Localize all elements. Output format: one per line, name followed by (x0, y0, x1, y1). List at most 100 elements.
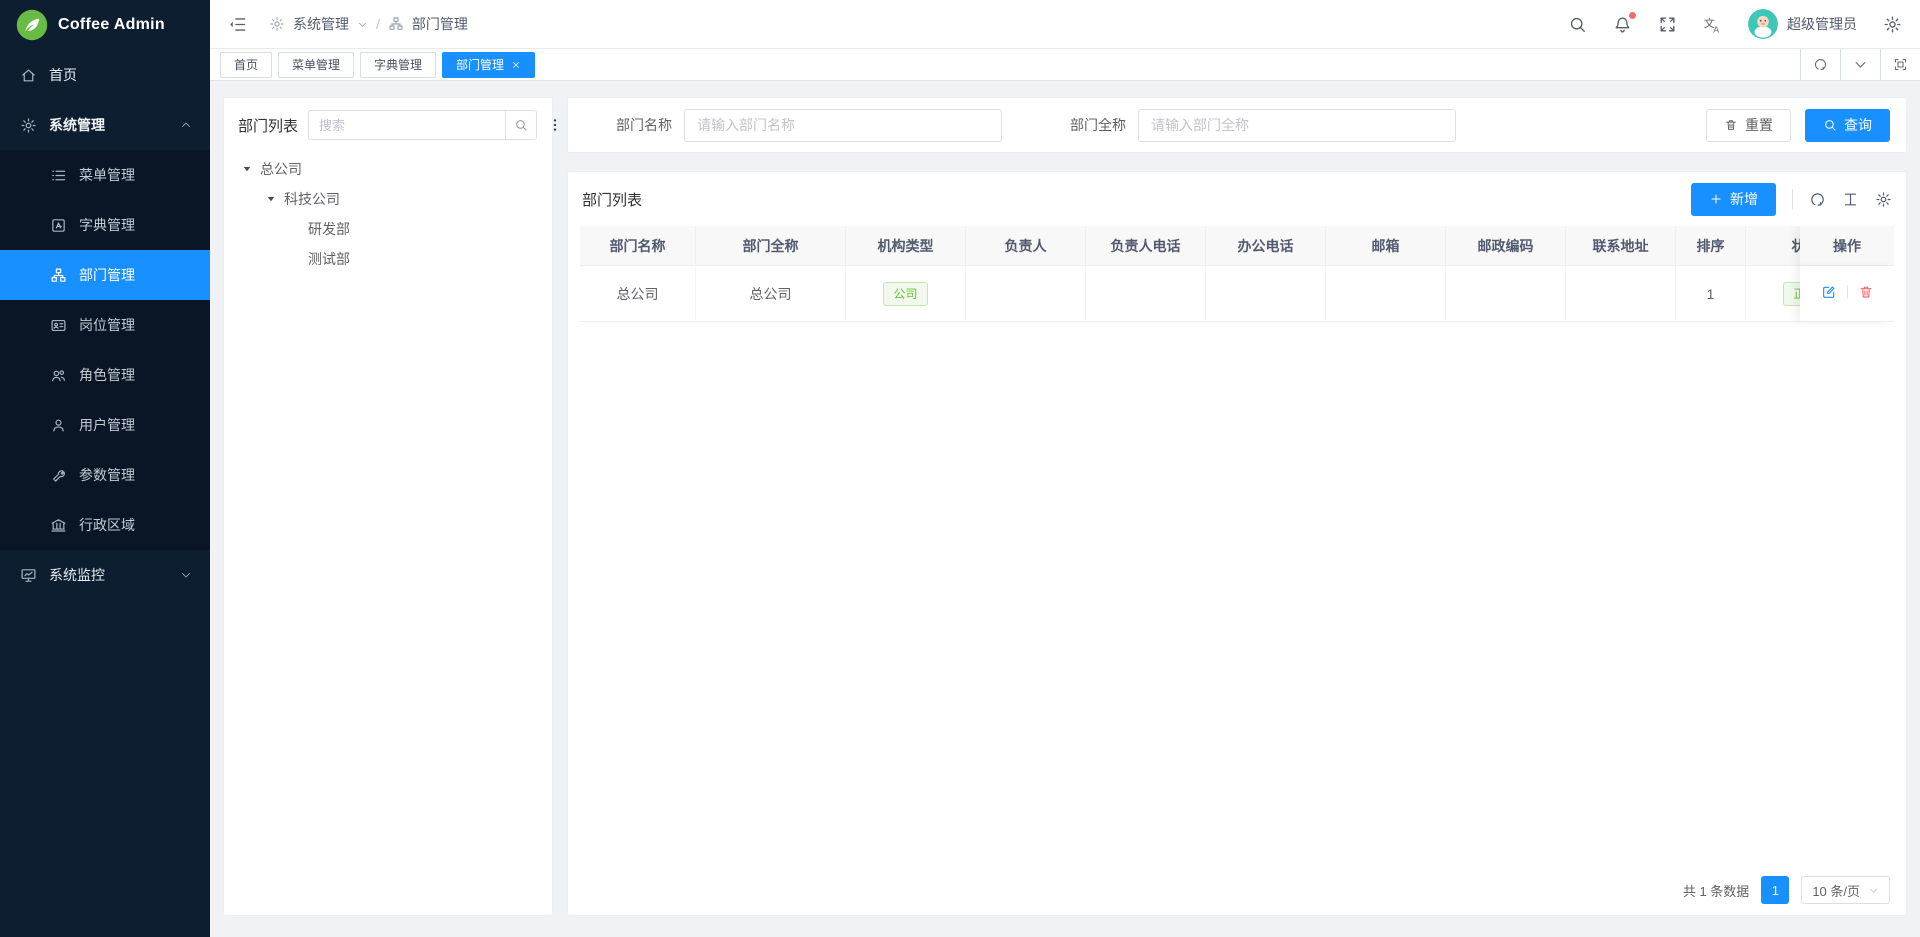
table-card-header: 部门列表 新增 (568, 172, 1906, 226)
sidebar-item-label: 用户管理 (79, 415, 135, 435)
leaf-logo-icon (16, 9, 48, 41)
sidebar-item-参数管理[interactable]: 参数管理 (0, 450, 210, 500)
dept-table: 部门名称部门全称机构类型负责人负责人电话办公电话邮箱邮政编码联系地址排序状态操作… (580, 226, 1894, 322)
sidebar-item-系统管理[interactable]: 系统管理 (0, 100, 210, 150)
page-1-button[interactable]: 1 (1761, 876, 1789, 904)
user-icon (50, 417, 67, 434)
caret-down-icon[interactable] (240, 163, 254, 175)
sidebar-item-用户管理[interactable]: 用户管理 (0, 400, 210, 450)
chevron-down-icon (180, 569, 192, 581)
refresh-table-icon[interactable] (1809, 191, 1826, 208)
tab-close-icon[interactable] (511, 60, 521, 70)
breadcrumb-separator: / (376, 16, 380, 32)
tree-more-options-icon[interactable] (547, 117, 563, 133)
chevron-down-icon (1868, 885, 1879, 896)
org-chart-icon (388, 16, 404, 32)
sidebar-item-菜单管理[interactable]: 菜单管理 (0, 150, 210, 200)
caret-down-icon[interactable] (264, 193, 278, 205)
sidebar: Coffee Admin 首页系统管理菜单管理字典管理部门管理岗位管理角色管理用… (0, 0, 210, 937)
tree-node-研发部[interactable]: 研发部 (238, 214, 538, 244)
sidebar-item-部门管理[interactable]: 部门管理 (0, 250, 210, 300)
cell-email (1326, 266, 1446, 322)
topbar-actions: 文A 超级管理员 (1568, 9, 1902, 39)
tree-node-测试部[interactable]: 测试部 (238, 244, 538, 274)
tree-node-科技公司[interactable]: 科技公司 (238, 184, 538, 214)
tab-部门管理[interactable]: 部门管理 (442, 52, 535, 78)
cell-leader (966, 266, 1086, 322)
pagination-total: 共 1 条数据 (1683, 881, 1749, 900)
maximize-content-icon[interactable] (1880, 49, 1920, 80)
sidebar-item-label: 部门管理 (79, 265, 135, 285)
refresh-tab-icon[interactable] (1800, 49, 1840, 80)
dept-fullname-input[interactable] (1138, 109, 1456, 142)
tab-菜单管理[interactable]: 菜单管理 (278, 52, 354, 78)
cell-dept_name: 总公司 (580, 266, 696, 322)
tree-search-button[interactable] (505, 110, 537, 140)
tree-search-input[interactable] (308, 110, 505, 140)
bank-icon (50, 517, 67, 534)
table-actions: 新增 (1691, 183, 1892, 216)
collapse-sidebar-icon[interactable] (228, 15, 247, 34)
sidebar-item-角色管理[interactable]: 角色管理 (0, 350, 210, 400)
username: 超级管理员 (1787, 14, 1857, 34)
page-size-select[interactable]: 10 条/页 (1801, 876, 1890, 904)
dept-table-card: 部门列表 新增 (567, 171, 1907, 916)
wrench-icon (50, 467, 67, 484)
gear-icon (20, 117, 37, 134)
tab-label: 菜单管理 (292, 53, 340, 77)
list-icon (50, 167, 67, 184)
sidebar-item-岗位管理[interactable]: 岗位管理 (0, 300, 210, 350)
column-header-联系地址: 联系地址 (1566, 226, 1676, 266)
tab-label: 部门管理 (456, 53, 504, 77)
pagination: 共 1 条数据 1 10 条/页 (568, 865, 1906, 915)
sidebar-item-系统监控[interactable]: 系统监控 (0, 550, 210, 600)
tree-node-总公司[interactable]: 总公司 (238, 154, 538, 184)
sidebar-item-label: 行政区域 (79, 515, 135, 535)
settings-gear-icon[interactable] (1883, 15, 1902, 34)
edit-icon[interactable] (1821, 284, 1837, 300)
tab-label: 首页 (234, 53, 258, 77)
tree-node-label: 科技公司 (284, 189, 340, 209)
tab-options-chevron-icon[interactable] (1840, 49, 1880, 80)
delete-icon[interactable] (1858, 284, 1874, 300)
sidebar-menu: 首页系统管理菜单管理字典管理部门管理岗位管理角色管理用户管理参数管理行政区域系统… (0, 50, 210, 937)
tree-search (308, 110, 537, 140)
cell-sort: 1 (1676, 266, 1746, 322)
filter-bar: 部门名称 部门全称 重置 (567, 97, 1907, 153)
org-icon (50, 267, 67, 284)
sidebar-item-行政区域[interactable]: 行政区域 (0, 500, 210, 550)
tree-panel-header: 部门列表 (238, 110, 538, 140)
sidebar-item-label: 首页 (49, 65, 77, 85)
tabs: 首页 菜单管理 字典管理 部门管理 (210, 52, 1800, 78)
sidebar-item-label: 系统管理 (49, 115, 105, 135)
column-header-负责人: 负责人 (966, 226, 1086, 266)
tab-字典管理[interactable]: 字典管理 (360, 52, 436, 78)
sidebar-item-字典管理[interactable]: 字典管理 (0, 200, 210, 250)
column-settings-gear-icon[interactable] (1875, 191, 1892, 208)
dept-name-input[interactable] (684, 109, 1002, 142)
app-title: Coffee Admin (58, 16, 165, 34)
row-height-icon[interactable] (1842, 191, 1859, 208)
column-header-操作: 操作 (1800, 226, 1894, 266)
dept-name-label: 部门名称 (616, 115, 672, 135)
reset-button[interactable]: 重置 (1706, 109, 1791, 142)
add-button[interactable]: 新增 (1691, 183, 1776, 216)
badge-icon (50, 317, 67, 334)
translate-icon[interactable]: 文A (1703, 15, 1722, 34)
tree-node-label: 总公司 (260, 159, 302, 179)
search-icon[interactable] (1568, 15, 1587, 34)
tree-node-label: 研发部 (308, 219, 350, 239)
sidebar-item-label: 菜单管理 (79, 165, 135, 185)
sidebar-item-首页[interactable]: 首页 (0, 50, 210, 100)
tab-首页[interactable]: 首页 (220, 52, 272, 78)
notification-bell-icon[interactable] (1613, 15, 1632, 34)
search-icon (1823, 118, 1837, 132)
sidebar-item-label: 系统监控 (49, 565, 105, 585)
tab-label: 字典管理 (374, 53, 422, 77)
table-horizontal-scroll[interactable]: 部门名称部门全称机构类型负责人负责人电话办公电话邮箱邮政编码联系地址排序状态操作… (580, 226, 1894, 865)
fullscreen-icon[interactable] (1658, 15, 1677, 34)
user-menu[interactable]: 超级管理员 (1748, 9, 1857, 39)
breadcrumb-level1[interactable]: 系统管理 (293, 14, 349, 34)
query-button[interactable]: 查询 (1805, 109, 1890, 142)
column-header-部门全称: 部门全称 (696, 226, 846, 266)
